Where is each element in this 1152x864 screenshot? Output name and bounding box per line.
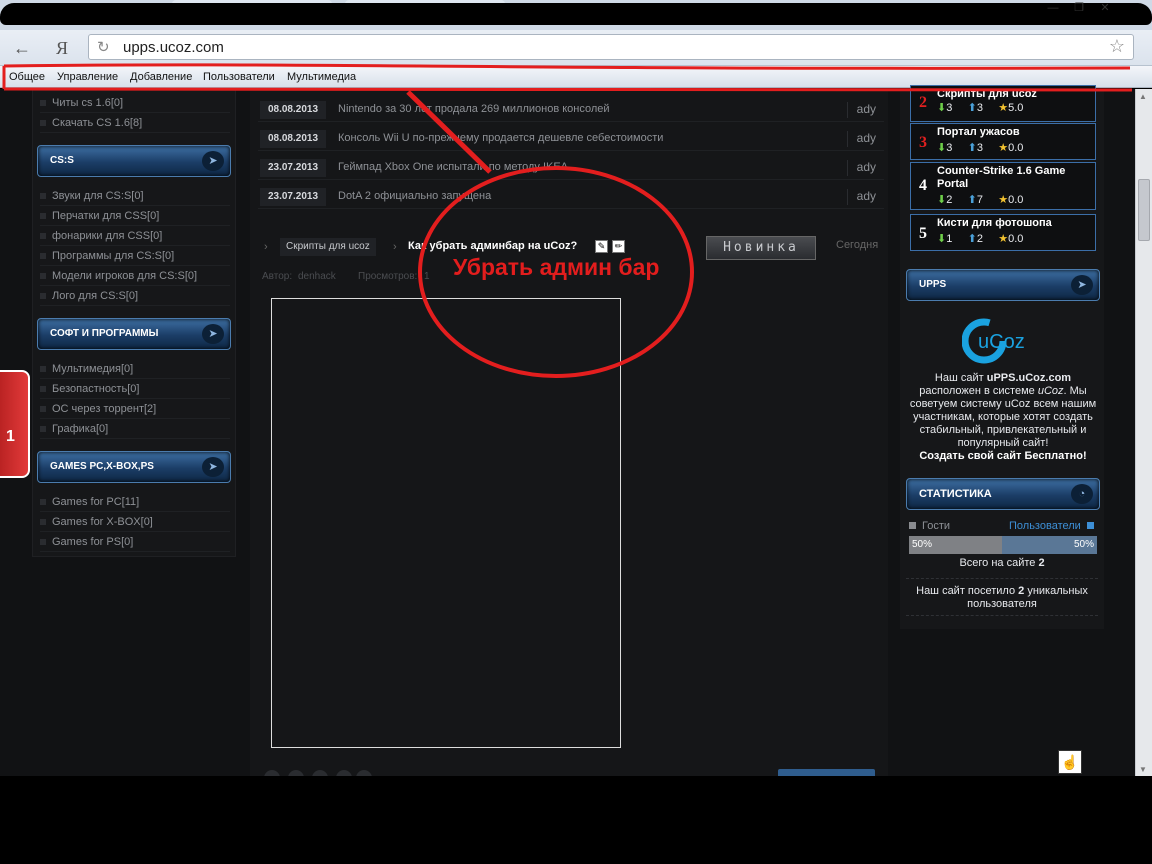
annotation-overlay (2, 63, 1133, 378)
annotation-text: Убрать админ бар (453, 254, 660, 280)
page: — ❐ ✕ ← Я ↻ upps.ucoz.com ☆ Общее Управл… (0, 0, 1152, 864)
